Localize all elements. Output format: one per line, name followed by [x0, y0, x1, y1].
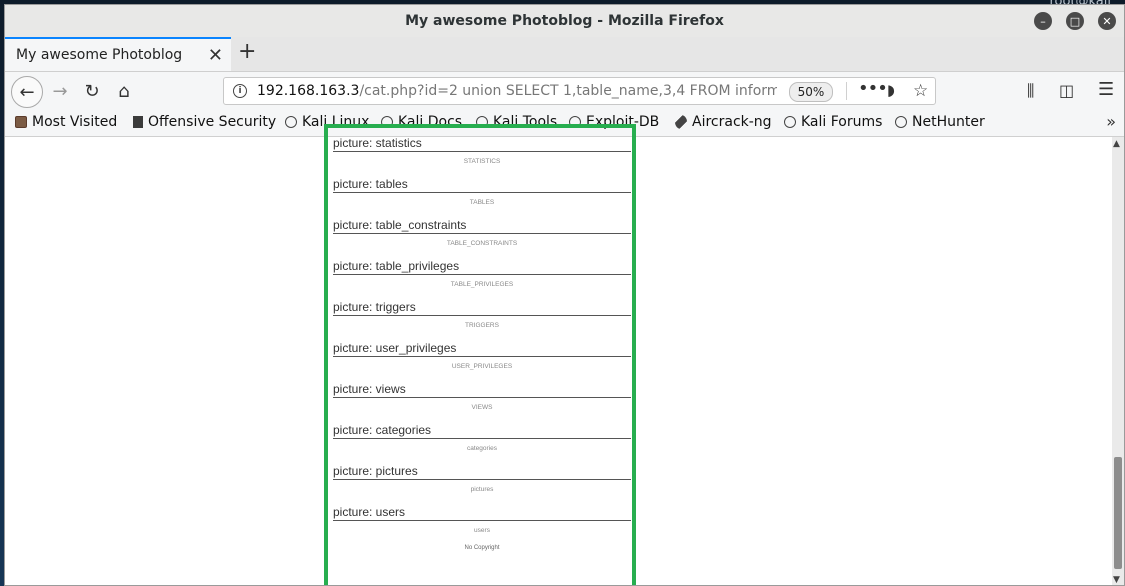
library-icon[interactable]: ⫼ — [1027, 81, 1034, 101]
picture-title[interactable]: picture: categories — [333, 418, 631, 439]
url-bar[interactable]: i 192.168.163.3/cat.php?id=2 union SELEC… — [223, 77, 936, 105]
bookmark-offensive-security[interactable]: Offensive Security — [133, 114, 276, 130]
minimize-icon[interactable]: – — [1034, 12, 1052, 30]
reload-icon: ↻ — [84, 80, 100, 102]
bookmarks-overflow-icon[interactable]: » — [1106, 112, 1116, 131]
new-tab-button[interactable]: + — [238, 39, 256, 64]
bookmark-kali-forums[interactable]: Kali Forums — [784, 114, 882, 130]
picture-title[interactable]: picture: user_privileges — [333, 336, 631, 357]
picture-title[interactable]: picture: triggers — [333, 295, 631, 316]
pocket-icon[interactable]: ◗ — [887, 81, 895, 99]
navigation-toolbar: ← → ↻ ⌂ i 192.168.163.3/cat.php?id=2 uni… — [5, 72, 1124, 110]
gear-icon — [15, 116, 27, 128]
list-item: picture: table_privileges TABLE_PRIVILEG… — [333, 254, 631, 295]
picture-caption: VIEWS — [471, 404, 493, 411]
url-host: 192.168.163.3 — [257, 83, 360, 99]
globe-icon — [381, 116, 393, 128]
globe-icon — [784, 116, 796, 128]
picture-list: picture: statistics STATISTICS picture: … — [333, 137, 631, 551]
scroll-up-icon[interactable]: ▲ — [1113, 139, 1120, 149]
picture-title[interactable]: picture: tables — [333, 172, 631, 193]
bookmark-nethunter[interactable]: NetHunter — [895, 114, 985, 130]
back-arrow-icon: ← — [19, 81, 35, 103]
picture-caption: TABLES — [469, 199, 495, 206]
home-button[interactable]: ⌂ — [109, 76, 139, 106]
globe-icon — [476, 116, 488, 128]
forward-arrow-icon: → — [52, 80, 68, 102]
globe-icon — [285, 116, 297, 128]
page-actions-icon[interactable]: ••• — [858, 78, 888, 99]
picture-title[interactable]: picture: statistics — [333, 137, 631, 152]
title-bar: My awesome Photoblog - Mozilla Firefox –… — [5, 5, 1124, 37]
picture-caption: TABLE_PRIVILEGES — [450, 281, 514, 288]
picture-title[interactable]: picture: views — [333, 377, 631, 398]
window-title: My awesome Photoblog - Mozilla Firefox — [405, 13, 724, 29]
url-separator — [846, 82, 847, 100]
scroll-down-icon[interactable]: ▼ — [1113, 575, 1120, 585]
picture-caption: USER_PRIVILEGES — [451, 363, 513, 370]
forward-button[interactable]: → — [45, 76, 75, 106]
aircrack-icon — [675, 115, 687, 129]
picture-caption: pictures — [470, 486, 494, 493]
list-item: picture: table_constraints TABLE_CONSTRA… — [333, 213, 631, 254]
zoom-indicator[interactable]: 50% — [789, 82, 833, 102]
picture-title[interactable]: picture: table_privileges — [333, 254, 631, 275]
list-item: picture: pictures pictures — [333, 459, 631, 500]
page-footer: No Copyright — [464, 545, 500, 551]
bookmarks-toolbar: Most Visited Offensive Security Kali Lin… — [5, 110, 1124, 137]
picture-caption: users — [474, 527, 490, 534]
firefox-window: My awesome Photoblog - Mozilla Firefox –… — [4, 4, 1125, 586]
bookmark-kali-linux[interactable]: Kali Linux — [285, 114, 369, 130]
bookmark-kali-tools[interactable]: Kali Tools — [476, 114, 557, 130]
list-item: picture: statistics STATISTICS — [333, 137, 631, 172]
bookmark-most-visited[interactable]: Most Visited — [15, 114, 117, 130]
list-item: picture: tables TABLES — [333, 172, 631, 213]
list-item: picture: views VIEWS — [333, 377, 631, 418]
hamburger-menu-icon[interactable]: ☰ — [1098, 79, 1114, 100]
bookmark-star-icon[interactable]: ☆ — [913, 81, 928, 101]
back-button[interactable]: ← — [11, 76, 43, 108]
url-path: /cat.php?id=2 union SELECT 1,table_name,… — [359, 83, 777, 99]
bookmark-kali-docs[interactable]: Kali Docs — [381, 114, 462, 130]
url-text[interactable]: 192.168.163.3/cat.php?id=2 union SELECT … — [257, 83, 777, 99]
tab-label: My awesome Photoblog — [16, 47, 183, 63]
picture-title[interactable]: picture: table_constraints — [333, 213, 631, 234]
globe-icon — [895, 116, 907, 128]
list-item: picture: users users — [333, 500, 631, 541]
home-icon: ⌂ — [118, 80, 130, 102]
bookmark-aircrack-ng[interactable]: Aircrack-ng — [675, 114, 772, 130]
close-window-icon[interactable]: ✕ — [1098, 12, 1116, 30]
tab-close-icon[interactable]: ✕ — [208, 45, 223, 66]
picture-title[interactable]: picture: users — [333, 500, 631, 521]
list-item: picture: triggers TRIGGERS — [333, 295, 631, 336]
maximize-icon[interactable]: □ — [1066, 12, 1084, 30]
scrollbar-thumb[interactable] — [1114, 457, 1122, 569]
offsec-icon — [133, 116, 143, 128]
list-item: picture: user_privileges USER_PRIVILEGES — [333, 336, 631, 377]
page-content: picture: statistics STATISTICS picture: … — [5, 137, 1112, 585]
info-icon[interactable]: i — [233, 84, 247, 98]
picture-caption: TRIGGERS — [465, 322, 499, 329]
tab-strip: My awesome Photoblog ✕ + — [5, 37, 1124, 72]
picture-caption: TABLE_CONSTRAINTS — [446, 240, 518, 247]
picture-title[interactable]: picture: pictures — [333, 459, 631, 480]
bookmark-exploit-db[interactable]: Exploit-DB — [569, 114, 659, 130]
sidebar-icon[interactable]: ◫ — [1059, 81, 1074, 100]
reload-button[interactable]: ↻ — [77, 76, 107, 106]
list-item: picture: categories categories — [333, 418, 631, 459]
picture-caption: categories — [467, 445, 497, 452]
globe-icon — [569, 116, 581, 128]
tab-photoblog[interactable]: My awesome Photoblog ✕ — [5, 37, 231, 71]
vertical-scrollbar[interactable]: ▲ ▼ — [1112, 137, 1124, 585]
picture-caption: STATISTICS — [463, 158, 501, 165]
